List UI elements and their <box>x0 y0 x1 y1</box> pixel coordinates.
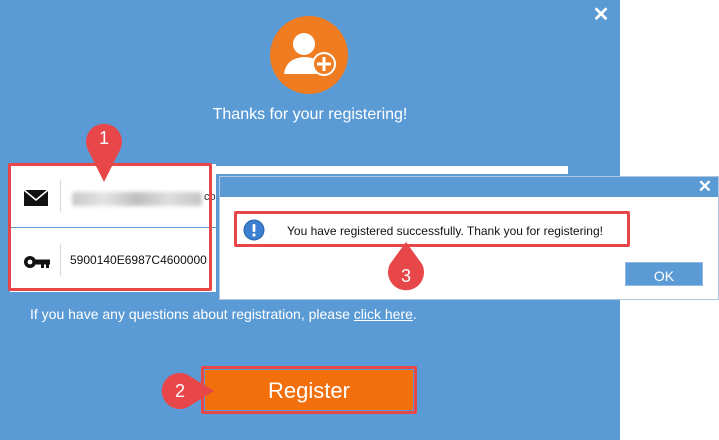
annotation-marker-3: 3 <box>384 240 428 296</box>
questions-label: If you have any questions about registra… <box>30 306 354 322</box>
close-icon[interactable]: ✕ <box>698 176 712 198</box>
click-here-link[interactable]: click here <box>354 306 413 322</box>
highlight-frame-message <box>234 211 630 247</box>
questions-period: . <box>412 306 417 322</box>
dialog-title-bar: ✕ <box>220 177 718 197</box>
divider-bar <box>212 166 568 174</box>
user-add-icon <box>270 16 348 94</box>
annotation-marker-2: 2 <box>158 370 216 412</box>
ok-button[interactable]: OK <box>625 262 703 286</box>
annotation-number: 2 <box>174 380 185 401</box>
annotation-number: 3 <box>400 265 411 286</box>
questions-text: If you have any questions about registra… <box>30 306 417 322</box>
annotation-marker-1: 1 <box>82 118 126 184</box>
highlight-frame-register <box>201 366 417 414</box>
annotation-number: 1 <box>98 127 109 148</box>
close-icon[interactable]: ✕ <box>590 4 612 26</box>
